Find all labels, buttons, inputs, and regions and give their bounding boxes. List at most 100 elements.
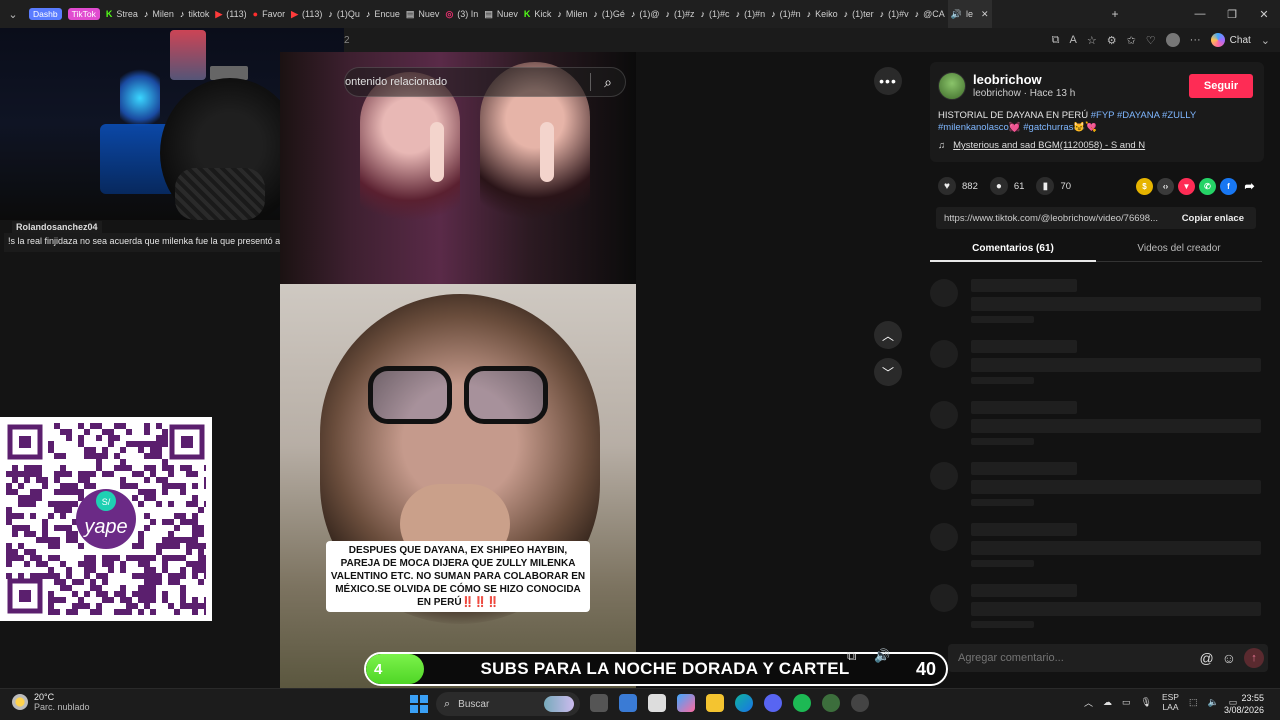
- read-aloud-icon[interactable]: A: [1069, 34, 1076, 46]
- browser-tab[interactable]: ♪ (1)#n: [768, 0, 804, 28]
- tab-actions-menu-icon[interactable]: ⌄: [0, 0, 26, 28]
- music-title[interactable]: Mysterious and sad BGM(1120058) - S and …: [953, 140, 1145, 151]
- like-stat[interactable]: ♥ 882: [938, 177, 978, 195]
- save-stat[interactable]: ▮ 70: [1036, 177, 1071, 195]
- browser-tab[interactable]: ♪ (1)#v: [877, 0, 912, 28]
- heart-pulse-icon[interactable]: ♡: [1146, 34, 1156, 47]
- language-indicator[interactable]: ESP LAA: [1162, 692, 1179, 712]
- embed-code-icon[interactable]: ‹›: [1157, 177, 1174, 195]
- browser-tab[interactable]: ♪ Milen: [141, 0, 177, 28]
- microphone-icon[interactable]: 🎙: [1141, 697, 1152, 708]
- volume-icon[interactable]: 🔈: [1208, 697, 1219, 708]
- favorite-star-icon[interactable]: ☆: [1087, 34, 1097, 47]
- video-link-url[interactable]: https://www.tiktok.com/@leobrichow/video…: [936, 213, 1168, 224]
- browser-tab[interactable]: ♪ (1)#n: [733, 0, 769, 28]
- qr-module: [204, 543, 210, 549]
- new-tab-button[interactable]: +: [1106, 7, 1124, 21]
- send-to-friend-icon[interactable]: ▼: [1178, 177, 1195, 195]
- windows-start-button[interactable]: [410, 695, 428, 713]
- share-arrow-icon[interactable]: ➦: [1241, 178, 1258, 195]
- close-tab-icon[interactable]: ✕: [981, 9, 989, 20]
- whatsapp-icon[interactable]: ✆: [1199, 177, 1216, 195]
- browser-tab[interactable]: 🔊 le ✕: [947, 0, 992, 28]
- facebook-icon[interactable]: f: [1220, 177, 1237, 195]
- chevron-down-icon[interactable]: ⌄: [1261, 34, 1270, 47]
- hashtag-gatchurras[interactable]: #gatchurras: [1023, 122, 1073, 133]
- copy-link-button[interactable]: Copiar enlace: [1182, 213, 1256, 224]
- browser-tab[interactable]: ▤ Nuev: [403, 0, 443, 28]
- browser-tab[interactable]: ◎ (3) In: [442, 0, 481, 28]
- taskbar-clock[interactable]: 23:55 3/08/2026: [1224, 692, 1264, 716]
- display-icon[interactable]: ⬚: [1189, 697, 1198, 708]
- store-icon[interactable]: [648, 694, 666, 712]
- browser-tab[interactable]: ♪ @CA: [912, 0, 948, 28]
- related-content-search[interactable]: ontenido relacionado ⌕: [344, 67, 626, 97]
- author-avatar[interactable]: [938, 72, 966, 100]
- cloud-icon[interactable]: ☁: [1103, 697, 1112, 708]
- browser-tab[interactable]: ♪ tiktok: [177, 0, 213, 28]
- minimize-button[interactable]: —: [1184, 0, 1216, 28]
- address-bar-url[interactable]: 2: [344, 35, 350, 46]
- tab-creator-videos[interactable]: Videos del creador: [1096, 238, 1262, 262]
- browser-tab[interactable]: ♪ (1)ter: [841, 0, 877, 28]
- browser-tab[interactable]: ▶ (113): [212, 0, 249, 28]
- browser-tab[interactable]: ▤ Nuev: [481, 0, 521, 28]
- qr-module: [72, 483, 78, 489]
- music-row[interactable]: ♫ Mysterious and sad BGM(1120058) - S an…: [938, 140, 1145, 151]
- picture-in-picture-icon[interactable]: ⧉: [847, 648, 856, 664]
- browser-tab[interactable]: ♪ (1)Gé: [590, 0, 628, 28]
- file-explorer-icon[interactable]: [706, 694, 724, 712]
- browser-tab[interactable]: ♪ Encue: [363, 0, 403, 28]
- emoji-icon[interactable]: ☺: [1222, 650, 1236, 666]
- weather-widget[interactable]: 20°C Parc. nublado: [12, 692, 90, 712]
- browser-tab[interactable]: ▶ (113): [288, 0, 325, 28]
- next-video-button[interactable]: ﹀: [874, 358, 902, 386]
- more-menu-icon[interactable]: ···: [1190, 34, 1201, 46]
- browser-tab[interactable]: ♪ Milen: [554, 0, 590, 28]
- copilot-app-icon[interactable]: [677, 694, 695, 712]
- browser-tab[interactable]: ♪ (1)@: [628, 0, 663, 28]
- coin-icon[interactable]: $: [1136, 177, 1153, 195]
- favorites-icon[interactable]: ✩: [1127, 34, 1136, 47]
- qr-module: [18, 513, 24, 519]
- engagement-stats: ♥ 882 ● 61 ▮ 70 $ ‹› ▼ ✆ f ➦: [938, 177, 1258, 195]
- browser-tab[interactable]: Dashb: [26, 0, 65, 28]
- send-comment-button[interactable]: ↑: [1244, 648, 1264, 668]
- browser-tab[interactable]: K Kick: [521, 0, 555, 28]
- spotify-icon[interactable]: [793, 694, 811, 712]
- browser-tab[interactable]: ● Favor: [250, 0, 288, 28]
- edge-browser-icon[interactable]: [735, 694, 753, 712]
- previous-video-button[interactable]: ︿: [874, 321, 902, 349]
- browser-tab[interactable]: TikTok: [65, 0, 103, 28]
- task-view-icon[interactable]: [590, 694, 608, 712]
- open-in-app-icon[interactable]: ⧉: [1052, 34, 1060, 47]
- browser-tab[interactable]: K Strea: [103, 0, 141, 28]
- app-icon[interactable]: [822, 694, 840, 712]
- taskbar-search[interactable]: ⌕ Buscar: [436, 692, 580, 716]
- comment-stat[interactable]: ● 61: [989, 177, 1024, 195]
- tab-comments[interactable]: Comentarios (61): [930, 238, 1096, 262]
- more-options-button[interactable]: •••: [874, 67, 902, 95]
- author-name[interactable]: leobrichow: [973, 72, 1042, 87]
- search-icon[interactable]: ⌕: [591, 74, 625, 91]
- browser-tab[interactable]: ♪ (1)Qu: [325, 0, 363, 28]
- hashtag-links[interactable]: #FYP #DAYANA #ZULLY: [1091, 110, 1196, 121]
- browser-tab[interactable]: ♪ Keiko: [804, 0, 841, 28]
- volume-icon[interactable]: 🔊: [874, 648, 890, 664]
- copilot-chat-button[interactable]: Chat: [1210, 33, 1251, 47]
- mention-icon[interactable]: @: [1199, 650, 1213, 666]
- discord-icon[interactable]: [764, 694, 782, 712]
- browser-tab[interactable]: ♪ (1)#c: [698, 0, 733, 28]
- notepad-icon[interactable]: [619, 694, 637, 712]
- hashtag-milenkanolasco[interactable]: #milenkanolasco: [938, 122, 1009, 133]
- close-window-button[interactable]: ✕: [1248, 0, 1280, 28]
- chevron-up-icon[interactable]: ︿: [1084, 696, 1093, 709]
- settings-gear-icon[interactable]: [851, 694, 869, 712]
- monitor-icon[interactable]: ▭: [1122, 697, 1131, 708]
- extensions-icon[interactable]: ⚙: [1107, 34, 1117, 47]
- comment-input[interactable]: [958, 652, 1200, 664]
- follow-button[interactable]: Seguir: [1189, 74, 1253, 98]
- restore-button[interactable]: ❐: [1216, 0, 1248, 28]
- browser-tab[interactable]: ♪ (1)#z: [663, 0, 698, 28]
- profile-avatar[interactable]: [1165, 33, 1180, 47]
